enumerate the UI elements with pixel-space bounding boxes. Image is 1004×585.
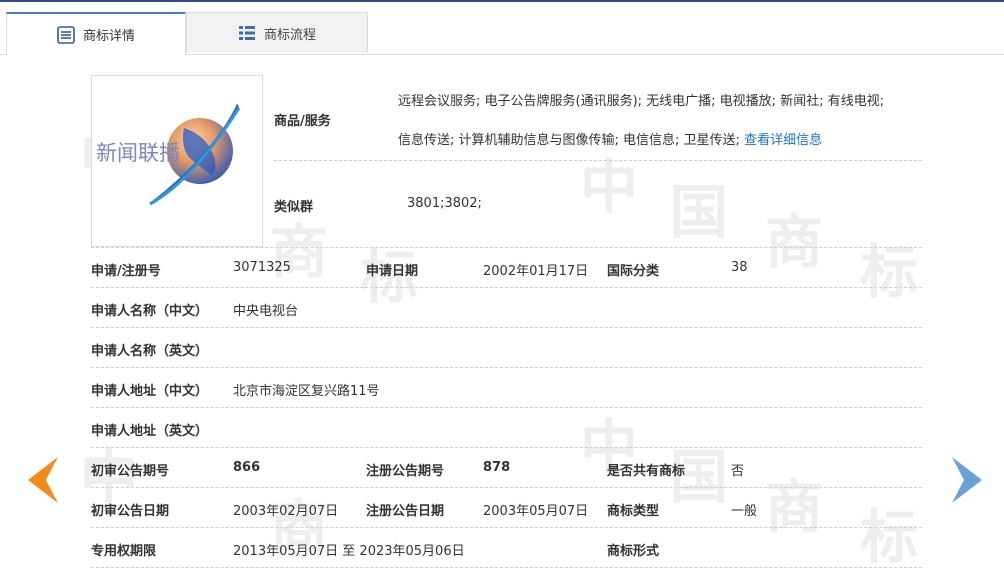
divider (91, 447, 922, 448)
list-icon (238, 26, 255, 40)
logo-text: 新闻联播 (96, 141, 180, 165)
tab-label: 商标详情 (82, 29, 135, 44)
divider (91, 487, 922, 488)
watermark: 商 (765, 473, 824, 541)
document-list-icon (57, 25, 75, 44)
exclusive-period-label: 专用权期限 (91, 544, 157, 559)
divider (91, 287, 922, 288)
shared-value: 否 (731, 464, 745, 479)
view-details-link[interactable]: 查看详细信息 (744, 133, 822, 148)
watermark: 标 (860, 503, 919, 571)
divider (91, 407, 922, 408)
goods-line-1: 远程会议服务; 电子公告牌服务(通讯服务); 无线电广播; 电视播放; 新闻社;… (398, 94, 885, 109)
intl-class-value: 38 (731, 260, 748, 275)
reg-no-label: 申请/注册号 (91, 264, 161, 279)
goods-label: 商品/服务 (274, 114, 331, 129)
reg-notice-date-label: 注册公告日期 (366, 504, 445, 519)
trademark-image: 新闻联播 (91, 75, 263, 247)
watermark: 标 (860, 238, 919, 306)
similar-group-value: 3801;3802; (407, 196, 482, 211)
apply-date-label: 申请日期 (366, 264, 419, 279)
goods-line-2: 信息传送; 计算机辅助信息与图像传输; 电信信息; 卫星传送; 查看详细信息 (398, 129, 822, 148)
address-cn-label: 申请人地址（中文） (91, 384, 209, 399)
reg-no-value: 3071325 (233, 260, 291, 275)
similar-group-label: 类似群 (274, 200, 314, 215)
divider (91, 327, 922, 328)
tab-trademark-details[interactable]: 商标详情 (6, 12, 186, 55)
watermark: 中 (580, 153, 639, 221)
tm-type-label: 商标类型 (607, 504, 660, 519)
divider (91, 567, 922, 568)
watermark: 国 (670, 178, 729, 246)
address-en-label: 申请人地址（英文） (91, 424, 209, 439)
prelim-no-label: 初审公告期号 (91, 464, 170, 479)
divider (91, 247, 922, 248)
exclusive-period-value: 2013年05月07日 至 2023年05月06日 (233, 544, 465, 559)
reg-notice-date-value: 2003年05月07日 (483, 504, 589, 519)
applicant-en-label: 申请人名称（英文） (91, 344, 209, 359)
divider (91, 527, 922, 528)
reg-notice-no-value: 878 (483, 460, 511, 475)
apply-date-value: 2002年01月17日 (483, 264, 589, 279)
divider (91, 367, 922, 368)
applicant-cn-label: 申请人名称（中文） (91, 304, 209, 319)
prelim-date-label: 初审公告日期 (91, 504, 170, 519)
shared-label: 是否共有商标 (607, 464, 686, 479)
tm-form-label: 商标形式 (607, 544, 660, 559)
intl-class-label: 国际分类 (607, 264, 660, 279)
address-cn-value: 北京市海淀区复兴路11号 (233, 384, 380, 399)
globe-logo-icon: 新闻联播 (96, 104, 241, 206)
goods-line-2-text: 信息传送; 计算机辅助信息与图像传输; 电信信息; 卫星传送; (398, 133, 740, 148)
divider (274, 160, 922, 161)
reg-notice-no-label: 注册公告期号 (366, 464, 445, 479)
prelim-date-value: 2003年02月07日 (233, 504, 339, 519)
watermark: 商 (765, 208, 824, 276)
tab-trademark-process[interactable]: 商标流程 (186, 12, 368, 53)
tab-bar: 商标详情 商标流程 (0, 12, 1004, 55)
applicant-cn-value: 中央电视台 (233, 304, 299, 319)
tm-type-value: 一般 (731, 504, 758, 519)
next-arrow-icon[interactable] (950, 455, 986, 505)
top-border (0, 0, 1004, 2)
tab-label: 商标流程 (263, 27, 316, 43)
prev-arrow-icon[interactable] (24, 455, 60, 505)
prelim-no-value: 866 (233, 460, 261, 475)
